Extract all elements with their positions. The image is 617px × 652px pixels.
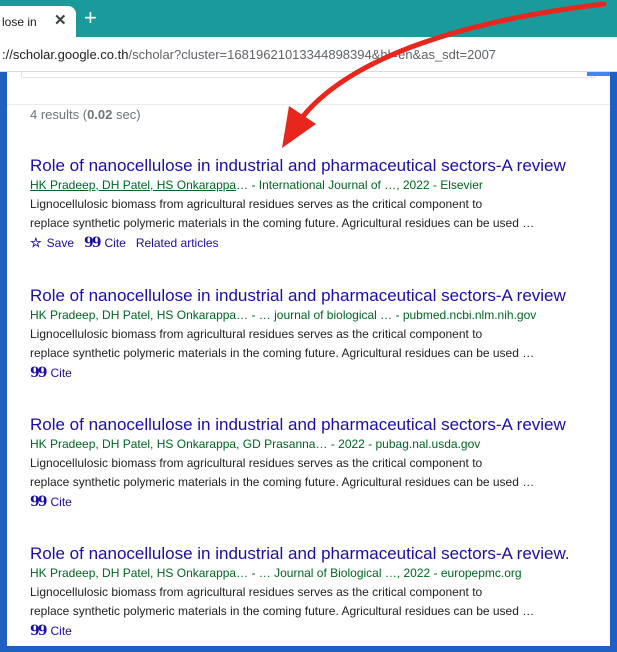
- result-actions: ☆ Save 99 Cite Related articles: [30, 235, 605, 251]
- close-icon[interactable]: ✕: [54, 13, 67, 29]
- tab-title: lose in: [2, 14, 37, 29]
- search-result: Role of nanocellulose in industrial and …: [30, 286, 605, 381]
- result-snippet: Lignocellulosic biomass from agricultura…: [30, 454, 605, 492]
- star-icon: ☆: [30, 235, 42, 250]
- cite-label: Cite: [50, 624, 72, 638]
- search-result: Role of nanocellulose in industrial and …: [30, 415, 605, 510]
- url-path: /scholar?cluster=16819621013344898394&hl…: [128, 47, 497, 62]
- results-count-prefix: 4 results (: [30, 107, 88, 122]
- result-meta: HK Pradeep, DH Patel, HS Onkarappa… - … …: [30, 566, 522, 580]
- result-meta: HK Pradeep, DH Patel, HS Onkarappa… - In…: [30, 178, 605, 193]
- result-title-link[interactable]: Role of nanocellulose in industrial and …: [30, 544, 605, 564]
- quote-icon: 99: [30, 494, 48, 510]
- quote-icon: 99: [84, 235, 102, 251]
- snippet-line: Lignocellulosic biomass from agricultura…: [30, 197, 483, 211]
- result-snippet: Lignocellulosic biomass from agricultura…: [30, 583, 605, 621]
- cite-label: Cite: [50, 495, 72, 509]
- result-title-link[interactable]: Role of nanocellulose in industrial and …: [30, 415, 605, 435]
- browser-tab[interactable]: lose in ✕: [0, 6, 76, 37]
- address-bar[interactable]: ://scholar.google.co.th/scholar?cluster=…: [0, 37, 617, 72]
- scholar-page: 4 results (0.02 sec) Role of nanocellulo…: [7, 72, 610, 646]
- url-host: ://scholar.google.co.th: [2, 47, 129, 62]
- result-title-link[interactable]: Role of nanocellulose in industrial and …: [30, 286, 605, 306]
- search-result: Role of nanocellulose in industrial and …: [30, 156, 605, 251]
- search-button[interactable]: [587, 72, 610, 76]
- snippet-line: Lignocellulosic biomass from agricultura…: [30, 456, 483, 470]
- save-label: Save: [46, 236, 75, 250]
- results-count-suffix: sec): [112, 107, 141, 122]
- result-source: … - International Journal of …, 2022 - E…: [236, 178, 483, 192]
- new-tab-icon[interactable]: +: [84, 7, 97, 29]
- snippet-line: replace synthetic polymeric materials in…: [30, 346, 535, 360]
- result-meta: HK Pradeep, DH Patel, HS Onkarappa, GD P…: [30, 437, 481, 451]
- result-snippet: Lignocellulosic biomass from agricultura…: [30, 195, 605, 233]
- cite-label: Cite: [104, 236, 126, 250]
- results-count: 4 results (0.02 sec): [30, 107, 141, 122]
- snippet-line: replace synthetic polymeric materials in…: [30, 475, 535, 489]
- quote-icon: 99: [30, 623, 48, 639]
- search-result: Role of nanocellulose in industrial and …: [30, 544, 605, 639]
- result-meta: HK Pradeep, DH Patel, HS Onkarappa… - … …: [30, 308, 537, 322]
- cite-button[interactable]: 99 Cite: [30, 365, 72, 381]
- result-snippet: Lignocellulosic biomass from agricultura…: [30, 325, 605, 363]
- result-actions: 99 Cite: [30, 494, 605, 510]
- cite-label: Cite: [50, 366, 72, 380]
- snippet-line: Lignocellulosic biomass from agricultura…: [30, 327, 483, 341]
- search-box[interactable]: [21, 72, 596, 78]
- snippet-line: replace synthetic polymeric materials in…: [30, 216, 535, 230]
- save-button[interactable]: ☆ Save: [30, 235, 74, 251]
- url-text[interactable]: ://scholar.google.co.th/scholar?cluster=…: [2, 47, 496, 62]
- result-actions: 99 Cite: [30, 623, 605, 639]
- result-actions: 99 Cite: [30, 365, 605, 381]
- snippet-line: Lignocellulosic biomass from agricultura…: [30, 585, 483, 599]
- quote-icon: 99: [30, 365, 48, 381]
- cite-button[interactable]: 99 Cite: [30, 494, 72, 510]
- snippet-line: replace synthetic polymeric materials in…: [30, 604, 535, 618]
- result-authors-link[interactable]: HK Pradeep, DH Patel, HS Onkarappa: [30, 178, 236, 192]
- cite-button[interactable]: 99 Cite: [84, 235, 126, 251]
- divider: [7, 104, 610, 105]
- results-time: 0.02: [87, 107, 113, 122]
- related-articles-link[interactable]: Related articles: [136, 235, 219, 251]
- tab-strip: lose in ✕ +: [0, 0, 617, 37]
- cite-button[interactable]: 99 Cite: [30, 623, 72, 639]
- result-title-link[interactable]: Role of nanocellulose in industrial and …: [30, 156, 605, 176]
